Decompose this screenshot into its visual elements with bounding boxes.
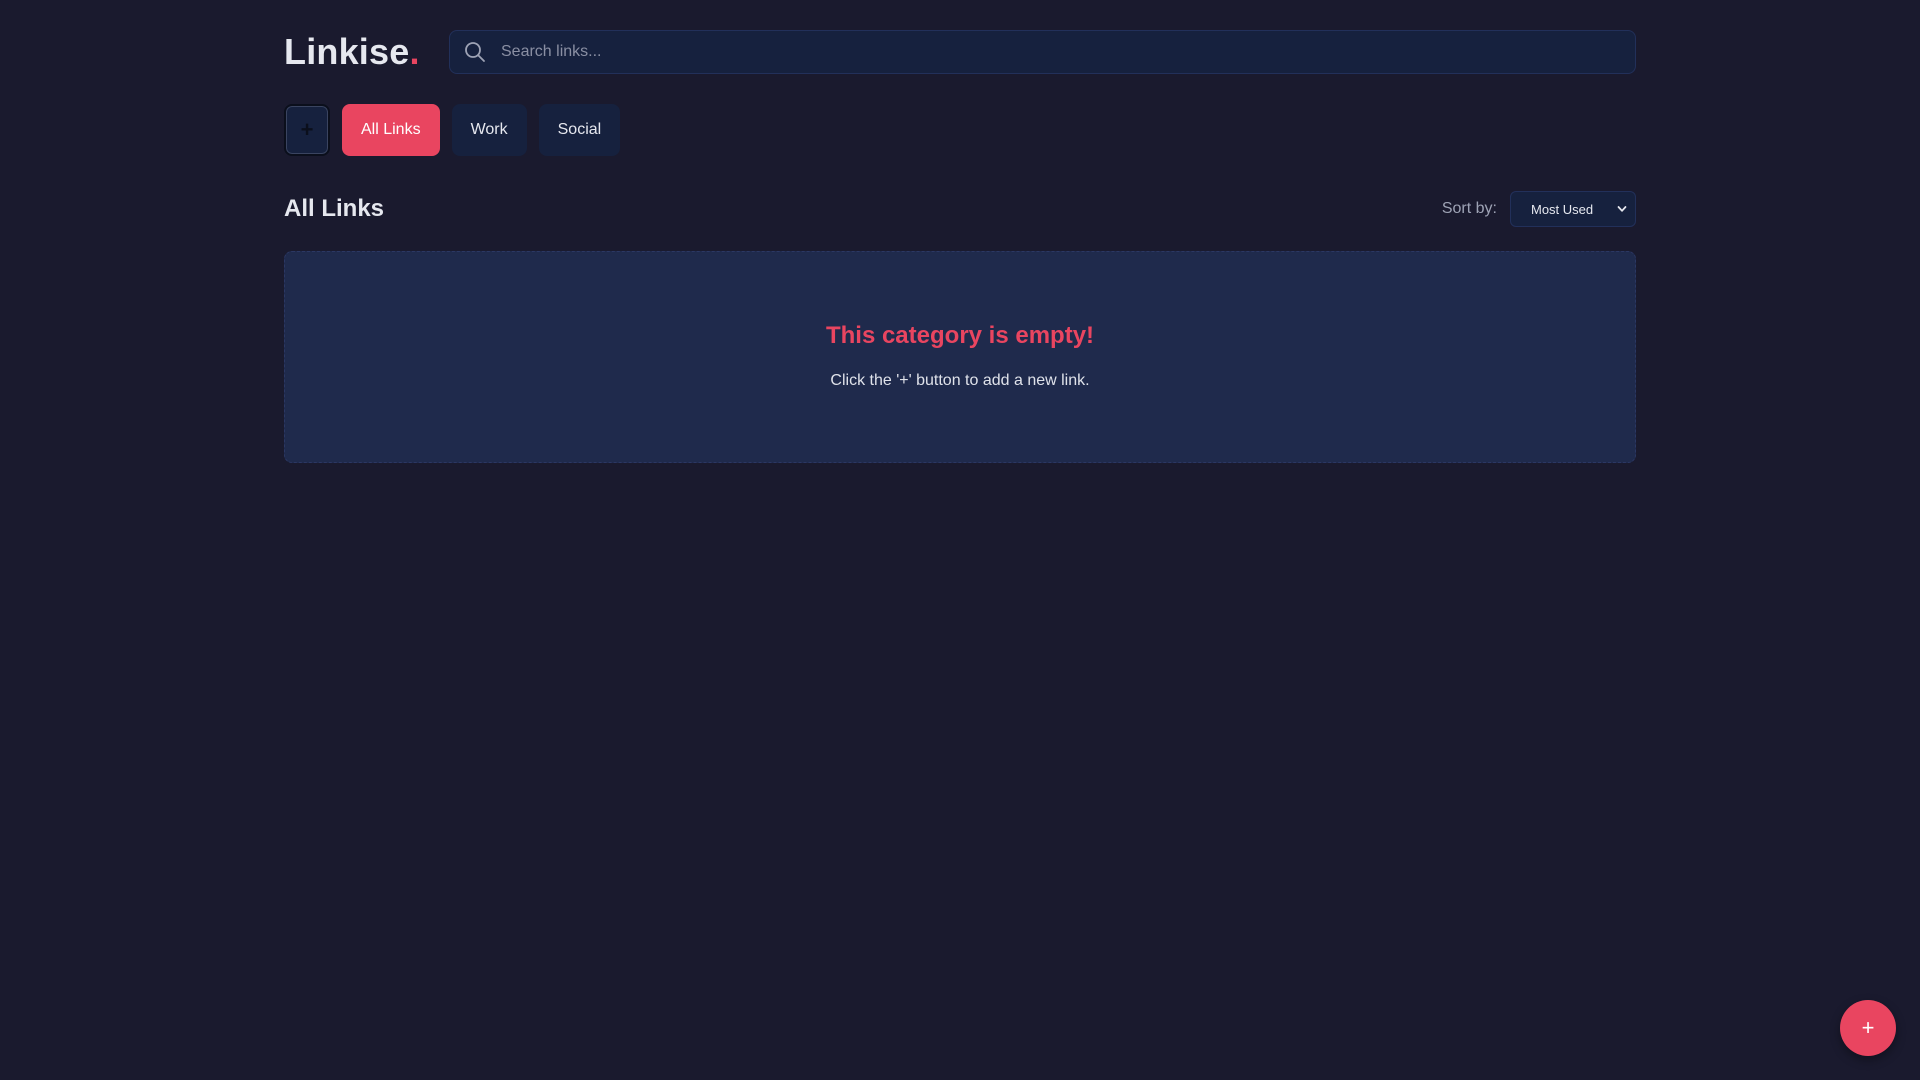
search-bar[interactable] (449, 30, 1636, 74)
category-all-links-button[interactable]: All Links (342, 104, 440, 156)
sort-control: Sort by: Most Used (1442, 191, 1636, 227)
add-category-button[interactable]: + (284, 104, 330, 156)
search-icon (464, 41, 486, 63)
category-bar: + All Links Work Social (284, 104, 1636, 156)
app-root: Linkise. + All Links Work Social All Lin… (0, 0, 1920, 1080)
search-input[interactable] (499, 31, 1635, 73)
section-title: All Links (284, 195, 385, 222)
category-social-button[interactable]: Social (538, 104, 621, 156)
add-link-fab-button[interactable]: + (1840, 1000, 1896, 1056)
category-work-button[interactable]: Work (451, 104, 527, 156)
logo-text: Linkise (284, 31, 410, 72)
section-header: All Links Sort by: Most Used (284, 191, 1636, 227)
plus-icon: + (1861, 1015, 1875, 1040)
empty-state-card: This category is empty! Click the '+' bu… (284, 251, 1636, 463)
logo: Linkise. (284, 31, 439, 73)
sort-label: Sort by: (1441, 200, 1497, 217)
chevron-down-icon (1617, 204, 1627, 214)
sort-select-value: Most Used (1531, 201, 1594, 217)
empty-state-title: This category is empty! (825, 322, 1095, 349)
main-container: Linkise. + All Links Work Social All Lin… (284, 0, 1636, 463)
header: Linkise. (284, 29, 1636, 75)
logo-dot: . (409, 31, 420, 72)
empty-state-message: Click the '+' button to add a new link. (830, 372, 1090, 389)
add-category-plus-icon: + (300, 117, 314, 142)
sort-select[interactable]: Most Used (1510, 191, 1636, 227)
